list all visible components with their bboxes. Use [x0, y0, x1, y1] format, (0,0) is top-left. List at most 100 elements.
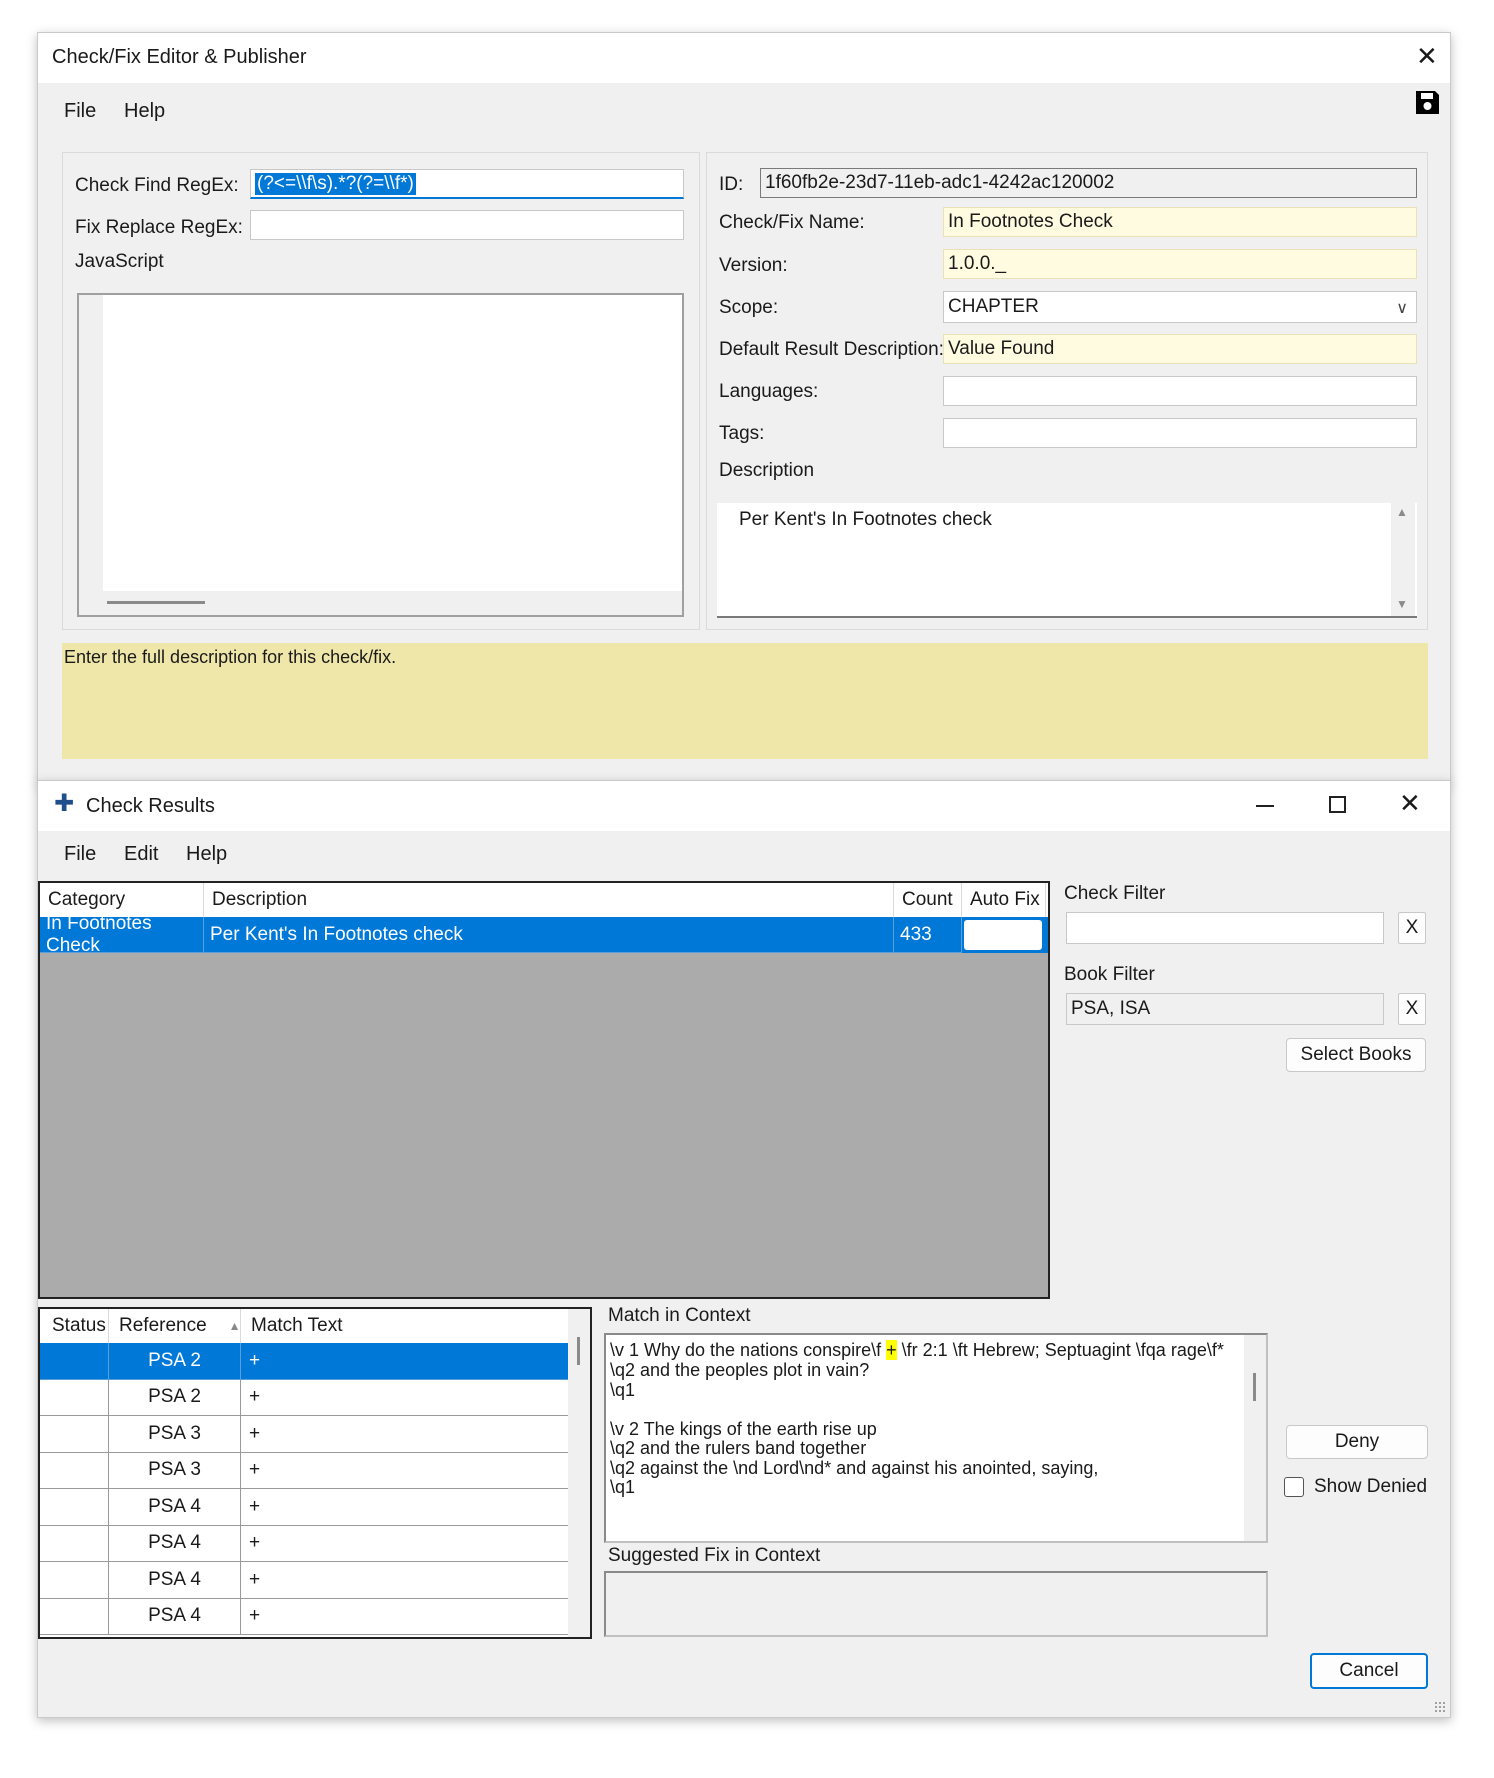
table-row[interactable]: PSA 3 + [40, 1416, 568, 1453]
match-context-label: Match in Context [608, 1305, 751, 1326]
javascript-hscroll[interactable] [79, 591, 682, 615]
description-vscroll[interactable]: ▲ ▼ [1391, 503, 1415, 616]
col-count[interactable]: Count [894, 883, 962, 917]
javascript-gutter [79, 295, 103, 615]
table-row[interactable]: PSA 2 + [40, 1379, 568, 1416]
context-vscroll[interactable] [1244, 1335, 1266, 1541]
app-icon: ✚ [54, 790, 75, 817]
show-denied-checkbox[interactable] [1284, 1477, 1304, 1497]
status-cell [40, 1379, 109, 1416]
results-title: Check Results [86, 795, 215, 817]
check-filter-input[interactable] [1066, 912, 1384, 944]
context-vscroll-thumb[interactable] [1253, 1373, 1256, 1401]
clear-book-filter-button[interactable]: X [1398, 993, 1426, 1025]
table-row[interactable]: PSA 3 + [40, 1452, 568, 1489]
context-before: \v 1 Why do the nations conspire\f [610, 1340, 887, 1360]
fix-replace-input[interactable] [250, 210, 684, 240]
clear-check-filter-button[interactable]: X [1398, 912, 1426, 944]
editor-menu-file[interactable]: File [64, 100, 96, 123]
results-window: ✚ Check Results ✕ File Edit Help Categor… [37, 780, 1451, 1718]
status-cell [40, 1598, 109, 1635]
version-label: Version: [719, 255, 788, 276]
resize-grip-icon[interactable] [1434, 1701, 1446, 1713]
description-textarea[interactable]: Per Kent's In Footnotes check ▲ ▼ [717, 503, 1417, 618]
status-cell [40, 1416, 109, 1453]
suggested-fix-box[interactable] [604, 1571, 1268, 1637]
results-menu-file[interactable]: File [64, 843, 96, 866]
match-text-cell: + [241, 1562, 568, 1599]
editor-close-icon[interactable]: ✕ [1416, 41, 1438, 72]
summary-row[interactable]: In Footnotes Check Per Kent's In Footnot… [40, 913, 1048, 956]
detail-vscroll[interactable] [568, 1309, 590, 1637]
table-row[interactable]: PSA 4 + [40, 1562, 568, 1599]
book-filter-input[interactable]: PSA, ISA [1066, 993, 1384, 1025]
table-row[interactable]: PSA 4 + [40, 1525, 568, 1562]
summary-count-cell: 433 [894, 917, 962, 953]
auto-fix-input[interactable] [964, 920, 1042, 950]
reference-cell: PSA 3 [109, 1452, 241, 1489]
match-text-cell: + [241, 1489, 568, 1526]
default-desc-input[interactable]: Value Found [943, 334, 1417, 364]
show-denied-label[interactable]: Show Denied [1314, 1476, 1427, 1498]
tags-label: Tags: [719, 423, 765, 444]
col-status[interactable]: Status [40, 1309, 109, 1343]
description-value: Per Kent's In Footnotes check [739, 509, 992, 530]
col-reference-label: Reference [119, 1315, 207, 1336]
match-context-rest: \q2 and the peoples plot in vain? \q1 \v… [610, 1360, 1099, 1497]
summary-description-cell: Per Kent's In Footnotes check [204, 917, 894, 953]
help-panel: Enter the full description for this chec… [62, 643, 1428, 759]
scope-select[interactable]: CHAPTER ∨ [943, 291, 1417, 323]
summary-auto-fix-cell[interactable] [962, 917, 1046, 953]
editor-window: Check/Fix Editor & Publisher ✕ File Help… [37, 32, 1451, 784]
javascript-label: JavaScript [75, 251, 164, 272]
javascript-hscroll-thumb[interactable] [107, 601, 205, 604]
match-text-cell: + [241, 1526, 568, 1562]
col-match-text[interactable]: Match Text [241, 1309, 568, 1343]
scroll-up-icon[interactable]: ▲ [1396, 505, 1408, 519]
results-menu-edit[interactable]: Edit [124, 843, 158, 866]
results-menu-help[interactable]: Help [186, 843, 227, 866]
javascript-editor[interactable] [77, 293, 684, 617]
description-label: Description [719, 460, 815, 481]
check-find-value: (?<=\\f\s).*?(?=\\f*) [255, 172, 416, 195]
match-context-line1: \v 1 Why do the nations conspire\f + \fr… [610, 1340, 1224, 1361]
table-row[interactable]: PSA 4 + [40, 1489, 568, 1526]
maximize-icon[interactable] [1329, 796, 1346, 813]
id-label: ID: [719, 174, 744, 195]
select-books-button[interactable]: Select Books [1286, 1038, 1426, 1072]
deny-button[interactable]: Deny [1286, 1425, 1428, 1459]
reference-cell: PSA 4 [109, 1598, 241, 1635]
table-row[interactable]: PSA 2 + [40, 1343, 568, 1380]
save-icon[interactable] [1414, 89, 1441, 116]
match-text-cell: + [241, 1380, 568, 1416]
col-reference[interactable]: Reference ▲ [109, 1309, 241, 1343]
results-close-icon[interactable]: ✕ [1399, 788, 1421, 819]
scroll-down-icon[interactable]: ▼ [1396, 597, 1408, 611]
id-field[interactable]: 1f60fb2e-23d7-11eb-adc1-4242ac120002 [760, 168, 1417, 198]
regex-panel: Check Find RegEx: (?<=\\f\s).*?(?=\\f*) … [62, 152, 700, 630]
languages-input[interactable] [943, 376, 1417, 406]
detail-grid[interactable]: Status Reference ▲ Match Text PSA 2 + PSA … [38, 1307, 592, 1639]
metadata-panel: ID: 1f60fb2e-23d7-11eb-adc1-4242ac120002… [706, 152, 1428, 630]
col-auto-fix[interactable]: Auto Fix [962, 883, 1046, 917]
minimize-icon[interactable] [1256, 805, 1274, 807]
col-description[interactable]: Description [204, 883, 894, 917]
detail-header: Status Reference ▲ Match Text [40, 1309, 568, 1343]
tags-input[interactable] [943, 418, 1417, 448]
match-text-cell: + [241, 1343, 568, 1380]
suggested-fix-label: Suggested Fix in Context [608, 1545, 821, 1566]
cancel-button[interactable]: Cancel [1310, 1653, 1428, 1689]
chevron-down-icon[interactable]: ∨ [1396, 298, 1408, 318]
check-find-label: Check Find RegEx: [75, 175, 239, 196]
match-context-box[interactable]: \v 1 Why do the nations conspire\f + \fr… [604, 1333, 1268, 1543]
reference-cell: PSA 3 [109, 1416, 241, 1453]
check-find-input[interactable]: (?<=\\f\s).*?(?=\\f*) [250, 169, 684, 199]
context-highlight: + [886, 1340, 897, 1360]
editor-menu-help[interactable]: Help [124, 100, 165, 123]
detail-vscroll-thumb[interactable] [577, 1337, 580, 1365]
table-row[interactable]: PSA 4 + [40, 1598, 568, 1635]
version-input[interactable]: 1.0.0._ [943, 249, 1417, 279]
reference-cell: PSA 2 [109, 1343, 241, 1380]
name-input[interactable]: In Footnotes Check [943, 207, 1417, 237]
summary-grid[interactable]: Category Description Count Auto Fix In F… [38, 881, 1050, 1299]
